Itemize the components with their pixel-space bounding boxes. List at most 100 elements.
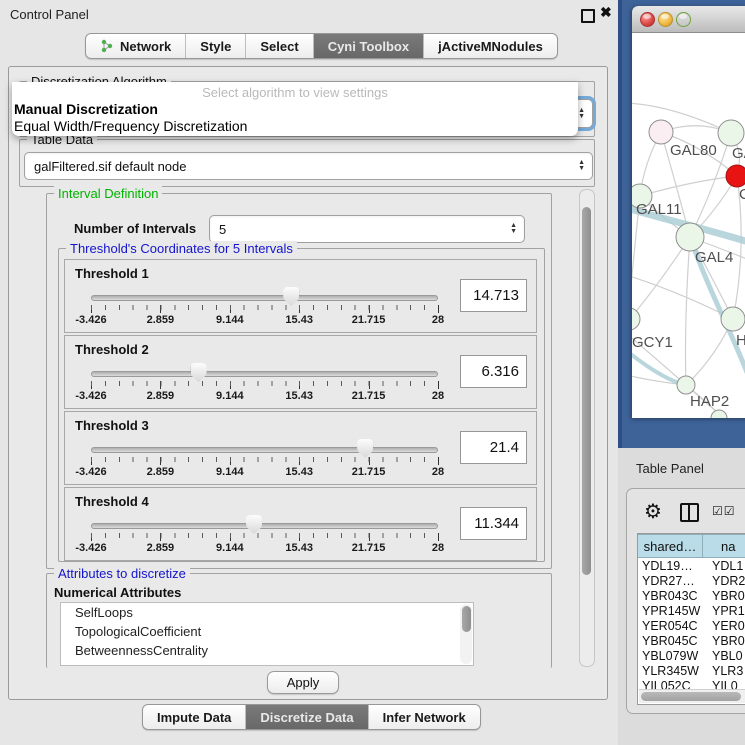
threshold-value-field[interactable] [460,279,527,312]
tick-label: 28 [432,466,444,478]
minimize-traffic-light[interactable] [658,12,673,27]
slider-rail[interactable] [91,447,438,453]
tab-discretize-data[interactable]: Discretize Data [246,705,368,729]
numerical-attributes-list[interactable]: SelfLoopsTopologicalCoefficientBetweenne… [60,602,474,666]
close-traffic-light[interactable] [640,12,655,27]
threshold-slider[interactable]: -3.4262.8599.14415.4321.71528 [91,292,438,324]
node-label: H [736,332,745,349]
tab-cyni-toolbox[interactable]: Cyni Toolbox [314,34,424,58]
list-scrollbar[interactable] [460,604,472,664]
tick-label: -3.426 [75,390,106,402]
network-node[interactable] [726,165,745,187]
tick-label: 28 [432,390,444,402]
tick-label: 2.859 [147,466,175,478]
cell-name: YDL1 [706,559,745,574]
node-table[interactable]: shared… na YDL19…YDL1YDR27…YDR2YBR043CYB… [637,533,745,705]
attribute-list-item[interactable]: SelfLoops [61,603,473,622]
slider-thumb[interactable] [246,515,262,534]
gear-icon[interactable]: ⚙ [644,499,662,524]
network-canvas[interactable]: GAL80GACGAL11GAL4GCY1HHAP2 [632,33,745,418]
threshold-value-field[interactable] [460,507,527,540]
network-window-titlebar[interactable] [632,6,745,33]
table-row[interactable]: YBL079WYBL0 [638,649,745,664]
num-intervals-label: Number of Intervals [74,221,196,236]
threshold-slider[interactable]: -3.4262.8599.14415.4321.71528 [91,368,438,400]
network-node[interactable] [676,223,704,251]
main-scrollbar[interactable] [579,189,595,667]
tab-jactivemnodules[interactable]: jActiveMNodules [424,34,557,58]
threshold-slider[interactable]: -3.4262.8599.14415.4321.71528 [91,444,438,476]
table-row[interactable]: YDR27…YDR2 [638,574,745,589]
slider-thumb[interactable] [357,439,373,458]
table-row[interactable]: YPR145WYPR1 [638,604,745,619]
table-row[interactable]: YBR045CYBR0 [638,634,745,649]
apply-button[interactable]: Apply [267,671,339,694]
threshold-label: Threshold 1 [75,266,149,281]
tick-label: -3.426 [75,542,106,554]
attribute-list-item[interactable]: TopologicalCoefficient [61,622,473,641]
checkboxes-icon[interactable]: ☑☑ [712,504,736,518]
float-icon[interactable] [581,9,595,23]
major-tick [438,381,439,389]
column-header-shared-name[interactable]: shared… [638,534,703,558]
group-title: Attributes to discretize [54,566,190,581]
tab-network[interactable]: Network [86,34,186,58]
numerical-attributes-label: Numerical Attributes [54,585,181,600]
network-node[interactable] [632,308,640,330]
tab-impute-data[interactable]: Impute Data [143,705,246,729]
slider-rail[interactable] [91,371,438,377]
slider-rail[interactable] [91,523,438,529]
threshold-slider[interactable]: -3.4262.8599.14415.4321.71528 [91,520,438,552]
table-body: YDL19…YDL1YDR27…YDR2YBR043CYBR0YPR145WYP… [638,559,745,704]
group-thresholds: Threshold's Coordinates for 5 Intervals … [58,248,545,562]
network-node[interactable] [677,376,695,394]
tick-label: 15.43 [285,542,313,554]
network-icon [100,39,114,53]
table-row[interactable]: YDL19…YDL1 [638,559,745,574]
close-icon[interactable]: ✖ [600,4,612,21]
table-row[interactable]: YBR043CYBR0 [638,589,745,604]
network-node[interactable] [718,120,744,146]
slider-thumb[interactable] [283,287,299,306]
network-edge[interactable] [632,349,686,385]
tab-select[interactable]: Select [246,34,313,58]
node-label: GAL11 [636,201,682,218]
column-header-name[interactable]: na [703,534,745,558]
node-label: GAL80 [670,142,717,159]
tab-style[interactable]: Style [186,34,246,58]
table-row[interactable]: YER054CYER0 [638,619,745,634]
attribute-list-item[interactable]: BetweennessCentrality [61,641,473,660]
threshold-value-field[interactable] [460,431,527,464]
columns-icon[interactable] [680,503,699,522]
num-intervals-spinner[interactable]: 5 ▲▼ [209,215,525,243]
popup-item-equal-width[interactable]: Equal Width/Frequency Discretization [14,118,247,134]
slider-rail[interactable] [91,295,438,301]
slider-thumb[interactable] [191,363,207,382]
network-edge[interactable] [686,237,691,385]
app-root: Control Panel ✖ Network Style Select Cyn… [0,0,745,745]
table-row[interactable]: YLR345WYLR3 [638,664,745,679]
zoom-traffic-light[interactable] [676,12,691,27]
spinner-arrows-icon: ▲▼ [510,216,517,242]
control-panel: Control Panel ✖ Network Style Select Cyn… [0,0,619,745]
popup-item-manual-discretization[interactable]: Manual Discretization [14,101,158,117]
threshold-value-field[interactable] [460,355,527,388]
tick-label: 9.144 [216,542,244,554]
network-node[interactable] [649,120,673,144]
table-hscrollbar[interactable] [639,689,745,703]
network-node[interactable] [711,410,727,418]
node-label: GCY1 [632,334,673,351]
major-tick [438,457,439,465]
tab-infer-network[interactable]: Infer Network [369,705,480,729]
list-scrollbar-thumb[interactable] [462,606,471,632]
tick-labels: -3.4262.8599.14415.4321.71528 [91,314,438,326]
network-window: GAL80GACGAL11GAL4GCY1HHAP2 [632,6,745,418]
main-scrollbar-thumb[interactable] [582,207,591,575]
network-node[interactable] [721,307,745,331]
tick-label: 21.715 [352,542,386,554]
table-hscrollbar-thumb[interactable] [641,692,741,701]
network-edge[interactable] [640,176,737,196]
tick-label: 2.859 [147,390,175,402]
network-edge[interactable] [632,237,690,321]
table-data-combobox[interactable]: galFiltered.sif default node ▲▼ [24,152,593,180]
